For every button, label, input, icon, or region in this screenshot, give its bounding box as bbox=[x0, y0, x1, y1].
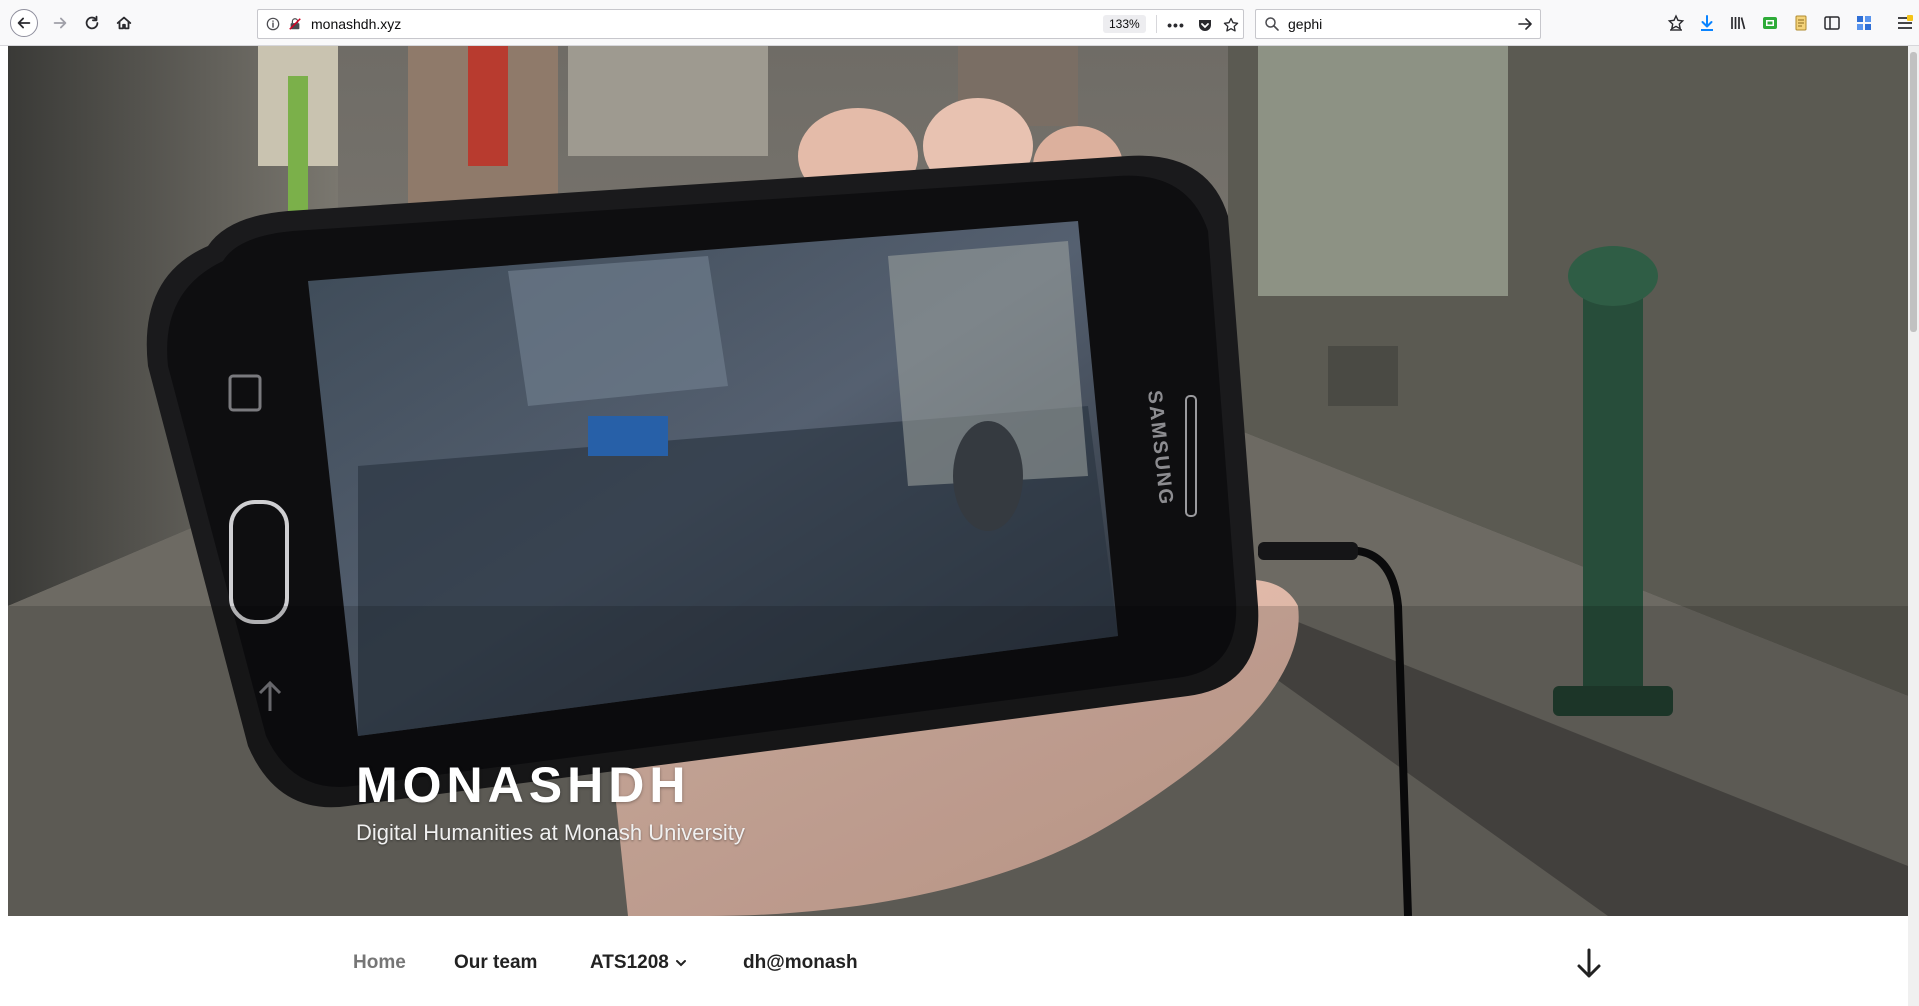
back-button[interactable] bbox=[10, 9, 38, 37]
download-icon bbox=[1701, 15, 1713, 31]
main-navigation: Home Our team ATS1208 dh@monash bbox=[8, 916, 1908, 1006]
bookmark-button[interactable] bbox=[1221, 15, 1241, 35]
home-icon bbox=[116, 16, 132, 30]
url-bar[interactable]: monashdh.xyz 133% ••• bbox=[257, 9, 1244, 39]
site-description: Digital Humanities at Monash University bbox=[356, 820, 745, 845]
menu-button[interactable] bbox=[1896, 14, 1914, 32]
library-icon bbox=[1731, 17, 1746, 30]
header-hero-image: SAMSUNG MONASHDH Digital Humanities at M… bbox=[8, 46, 1908, 916]
more-icon[interactable]: ••• bbox=[1166, 15, 1186, 35]
notes-icon bbox=[1795, 15, 1807, 31]
forward-button[interactable] bbox=[46, 9, 74, 37]
nav-item-dh-monash[interactable]: dh@monash bbox=[743, 952, 858, 974]
menu-icon bbox=[1898, 15, 1913, 29]
go-arrow-icon[interactable] bbox=[1516, 15, 1534, 33]
info-icon[interactable] bbox=[266, 17, 280, 31]
notes-button[interactable] bbox=[1792, 14, 1810, 32]
search-icon bbox=[1265, 17, 1279, 31]
pocket-button[interactable] bbox=[1195, 15, 1215, 35]
reload-icon bbox=[85, 15, 99, 30]
scrollbar-thumb[interactable] bbox=[1910, 52, 1917, 332]
url-text[interactable]: monashdh.xyz bbox=[311, 16, 401, 32]
bookmark-star-icon bbox=[1223, 17, 1239, 32]
nav-item-our-team[interactable]: Our team bbox=[454, 952, 537, 974]
bookmarks-menu-button[interactable] bbox=[1667, 14, 1685, 32]
insecure-lock-icon[interactable] bbox=[288, 17, 302, 31]
extension-icon bbox=[1763, 17, 1777, 29]
site-title[interactable]: MONASHDH bbox=[356, 756, 690, 814]
pocket-icon bbox=[1199, 20, 1211, 31]
sidebar-button[interactable] bbox=[1823, 14, 1841, 32]
apps-icon bbox=[1857, 16, 1871, 30]
page-scrollbar[interactable] bbox=[1908, 46, 1919, 1006]
url-separator bbox=[1156, 15, 1157, 33]
home-button[interactable] bbox=[110, 9, 138, 37]
nav-item-ats1208[interactable]: ATS1208 bbox=[590, 952, 687, 974]
browser-toolbar: monashdh.xyz 133% ••• gephi bbox=[0, 0, 1919, 46]
sidebar-icon bbox=[1824, 16, 1840, 30]
back-icon bbox=[17, 17, 31, 29]
search-input[interactable]: gephi bbox=[1288, 16, 1322, 32]
reload-button[interactable] bbox=[78, 9, 106, 37]
nav-item-ats1208-label: ATS1208 bbox=[590, 952, 669, 973]
apps-button[interactable] bbox=[1855, 14, 1873, 32]
zoom-level-badge[interactable]: 133% bbox=[1103, 15, 1146, 33]
downloads-button[interactable] bbox=[1698, 14, 1716, 32]
web-page: SAMSUNG MONASHDH Digital Humanities at M… bbox=[8, 46, 1908, 1006]
hero-photo: SAMSUNG bbox=[8, 46, 1908, 916]
forward-icon bbox=[53, 17, 67, 29]
search-bar[interactable]: gephi bbox=[1255, 9, 1541, 39]
scroll-down-arrow-icon[interactable] bbox=[1574, 946, 1604, 982]
nav-item-home[interactable]: Home bbox=[353, 952, 406, 974]
bookmarks-menu-icon bbox=[1667, 14, 1685, 31]
chevron-down-icon bbox=[675, 959, 686, 967]
library-button[interactable] bbox=[1729, 14, 1747, 32]
extension-button[interactable] bbox=[1761, 14, 1779, 32]
